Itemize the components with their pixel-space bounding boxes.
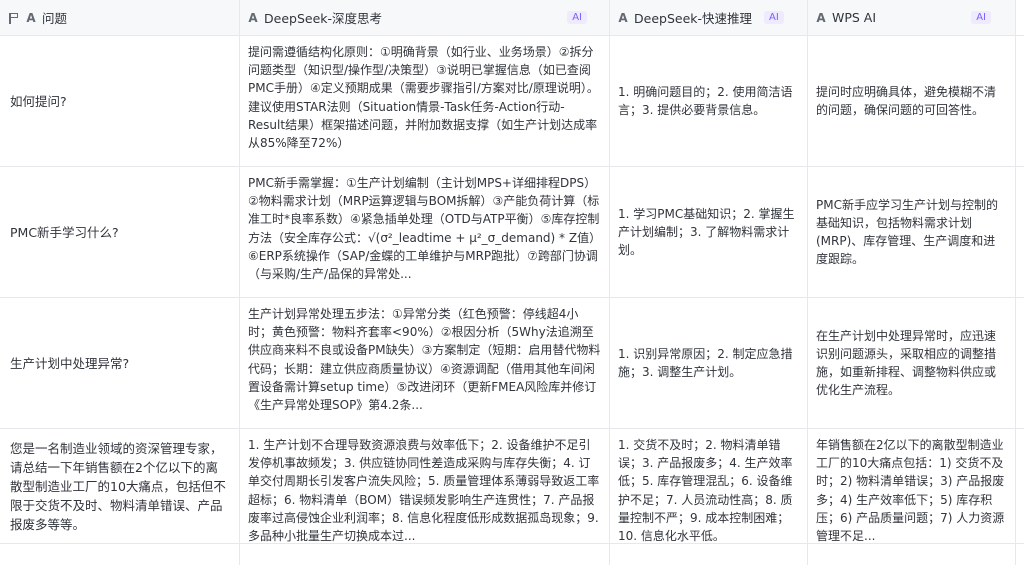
column-header-deepseek-fast[interactable]: A DeepSeek-快速推理 AI	[610, 0, 808, 36]
empty-cell[interactable]	[610, 544, 808, 565]
text-type-icon: A	[618, 10, 628, 25]
table-edge	[1016, 429, 1024, 544]
deepseek-fast-cell[interactable]: 1. 识别异常原因；2. 制定应急措施；3. 调整生产计划。	[610, 298, 808, 429]
column-header-question[interactable]: A 问题	[0, 0, 240, 36]
column-header-label: 问题	[42, 11, 68, 26]
wps-ai-cell[interactable]: 提问时应明确具体，避免模糊不清的问题，确保问题的可回答性。	[808, 36, 1016, 167]
deepseek-deep-cell[interactable]: PMC新手需掌握：①生产计划编制（主计划MPS+详细排程DPS）②物料需求计划（…	[240, 167, 610, 298]
wps-ai-cell[interactable]: 年销售额在2亿以下的离散型制造业工厂的10大痛点包括：1) 交货不及时；2) 物…	[808, 429, 1016, 544]
comparison-table: A 问题 A DeepSeek-深度思考 AI A DeepSeek-快速推理 …	[0, 0, 1024, 565]
ai-badge[interactable]: AI	[764, 11, 784, 24]
wps-ai-cell[interactable]: PMC新手应学习生产计划与控制的基础知识，包括物料需求计划(MRP)、库存管理、…	[808, 167, 1016, 298]
deepseek-fast-cell[interactable]: 1. 交货不及时；2. 物料清单错误；3. 产品报废多；4. 生产效率低；5. …	[610, 429, 808, 544]
ai-badge[interactable]: AI	[971, 11, 991, 24]
cell-text: 1. 交货不及时；2. 物料清单错误；3. 产品报废多；4. 生产效率低；5. …	[618, 438, 793, 544]
column-header-label: WPS AI	[832, 10, 877, 25]
text-type-icon: A	[26, 10, 36, 25]
deepseek-fast-cell[interactable]: 1. 明确问题目的；2. 使用简洁语言；3. 提供必要背景信息。	[610, 36, 808, 167]
empty-cell[interactable]	[0, 544, 240, 565]
text-type-icon: A	[248, 10, 258, 25]
empty-cell[interactable]	[240, 544, 610, 565]
cell-text: 1. 明确问题目的；2. 使用简洁语言；3. 提供必要背景信息。	[618, 84, 793, 117]
deepseek-fast-cell[interactable]: 1. 学习PMC基础知识；2. 掌握生产计划编制；3. 了解物料需求计划。	[610, 167, 808, 298]
ai-badge[interactable]: AI	[567, 11, 587, 24]
cell-text: PMC新手应学习生产计划与控制的基础知识，包括物料需求计划(MRP)、库存管理、…	[816, 197, 998, 267]
cell-text: 提问时应明确具体，避免模糊不清的问题，确保问题的可回答性。	[816, 84, 997, 117]
table-edge	[1016, 544, 1024, 565]
wps-ai-cell[interactable]: 在生产计划中处理异常时，应迅速识别问题源头，采取相应的调整措施，如重新排程、调整…	[808, 298, 1016, 429]
question-cell[interactable]: 生产计划中处理异常?	[0, 298, 240, 429]
empty-cell[interactable]	[808, 544, 1016, 565]
table-edge	[1016, 0, 1024, 36]
column-header-deepseek-deep[interactable]: A DeepSeek-深度思考 AI	[240, 0, 610, 36]
flag-icon	[8, 12, 20, 24]
table-edge	[1016, 167, 1024, 298]
table-edge	[1016, 298, 1024, 429]
cell-text: 1. 学习PMC基础知识；2. 掌握生产计划编制；3. 了解物料需求计划。	[618, 206, 795, 258]
column-header-wps-ai[interactable]: A WPS AI AI	[808, 0, 1016, 36]
question-cell[interactable]: PMC新手学习什么?	[0, 167, 240, 298]
column-header-label: DeepSeek-快速推理	[634, 11, 753, 26]
question-cell[interactable]: 如何提问?	[0, 36, 240, 167]
question-cell[interactable]: 您是一名制造业领域的资深管理专家，请总结一下年销售额在2个亿以下的离散型制造业工…	[0, 429, 240, 544]
column-header-label: DeepSeek-深度思考	[264, 11, 383, 26]
deepseek-deep-cell[interactable]: 1. 生产计划不合理导致资源浪费与效率低下；2. 设备维护不足引发停机事故频发；…	[240, 429, 610, 544]
cell-text: 在生产计划中处理异常时，应迅速识别问题源头，采取相应的调整措施，如重新排程、调整…	[816, 328, 997, 398]
deepseek-deep-cell[interactable]: 提问需遵循结构化原则：①明确背景（如行业、业务场景）②拆分问题类型（知识型/操作…	[240, 36, 610, 167]
cell-text: 1. 识别异常原因；2. 制定应急措施；3. 调整生产计划。	[618, 346, 793, 379]
table-edge	[1016, 36, 1024, 167]
cell-text: 年销售额在2亿以下的离散型制造业工厂的10大痛点包括：1) 交货不及时；2) 物…	[816, 438, 1005, 544]
text-type-icon: A	[816, 10, 826, 25]
deepseek-deep-cell[interactable]: 生产计划异常处理五步法：①异常分类（红色预警：停线超4小时；黄色预警：物料齐套率…	[240, 298, 610, 429]
